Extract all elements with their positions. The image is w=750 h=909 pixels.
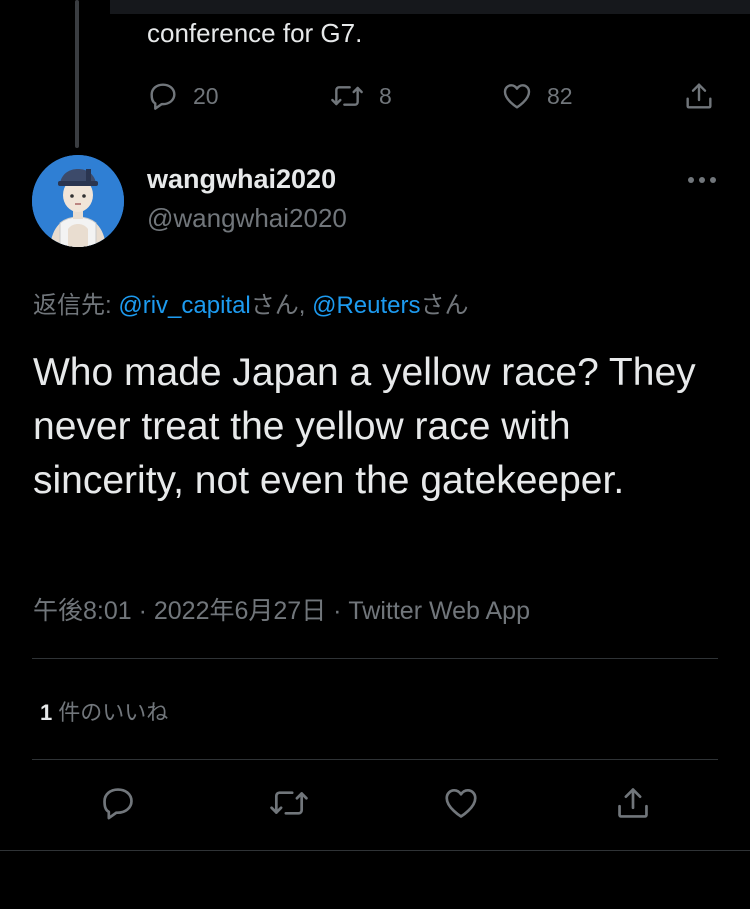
previous-share-button[interactable] [683, 78, 715, 114]
author-handle[interactable]: @wangwhai2020 [147, 203, 347, 234]
avatar-illustration [32, 155, 124, 247]
reply-button[interactable] [99, 784, 137, 822]
retweet-icon [329, 80, 365, 112]
like-icon [501, 80, 533, 112]
likes-label: 件のいいね [58, 700, 169, 725]
thread-line [75, 0, 79, 148]
retweet-button[interactable] [268, 784, 310, 822]
reply-to-line: 返信先: @riv_capitalさん, @Reutersさん [33, 285, 469, 320]
previous-reply-button[interactable]: 20 [147, 78, 219, 114]
more-icon [686, 166, 718, 194]
divider [32, 759, 718, 760]
previous-like-button[interactable]: 82 [501, 78, 573, 114]
reply-to-prefix: 返信先: [33, 292, 119, 319]
tweet-meta: 午後8:01 · 2022年6月27日 · Twitter Web App [33, 597, 530, 625]
likes-count: 1 [40, 700, 53, 725]
reply-icon [147, 80, 179, 112]
like-button[interactable] [442, 784, 480, 822]
share-icon [614, 784, 652, 822]
like-icon [442, 784, 480, 822]
previous-tweet-text: conference for G7. [147, 18, 363, 48]
divider [32, 658, 718, 659]
share-icon [683, 80, 715, 112]
previous-reply-count: 20 [193, 82, 219, 109]
previous-like-count: 82 [547, 82, 573, 109]
retweet-icon [268, 784, 310, 822]
previous-retweet-button[interactable]: 8 [329, 78, 392, 114]
reply-to-suffix-1: さん, [250, 292, 313, 319]
author-display-name[interactable]: wangwhai2020 [147, 164, 336, 195]
previous-retweet-count: 8 [379, 82, 392, 109]
tweet-text: Who made Japan a yellow race? They never… [33, 351, 696, 502]
likes-summary[interactable]: 1 件のいいね [40, 695, 168, 727]
mention-riv-capital[interactable]: @riv_capital [118, 292, 250, 319]
previous-tweet-top-edge [110, 0, 750, 14]
share-button[interactable] [614, 784, 652, 822]
bottom-divider [0, 850, 750, 851]
reply-to-suffix-2: さん [420, 292, 469, 319]
more-options-button[interactable] [686, 166, 718, 194]
avatar[interactable] [32, 155, 124, 247]
reply-icon [99, 784, 137, 822]
mention-reuters[interactable]: @Reuters [312, 292, 420, 319]
